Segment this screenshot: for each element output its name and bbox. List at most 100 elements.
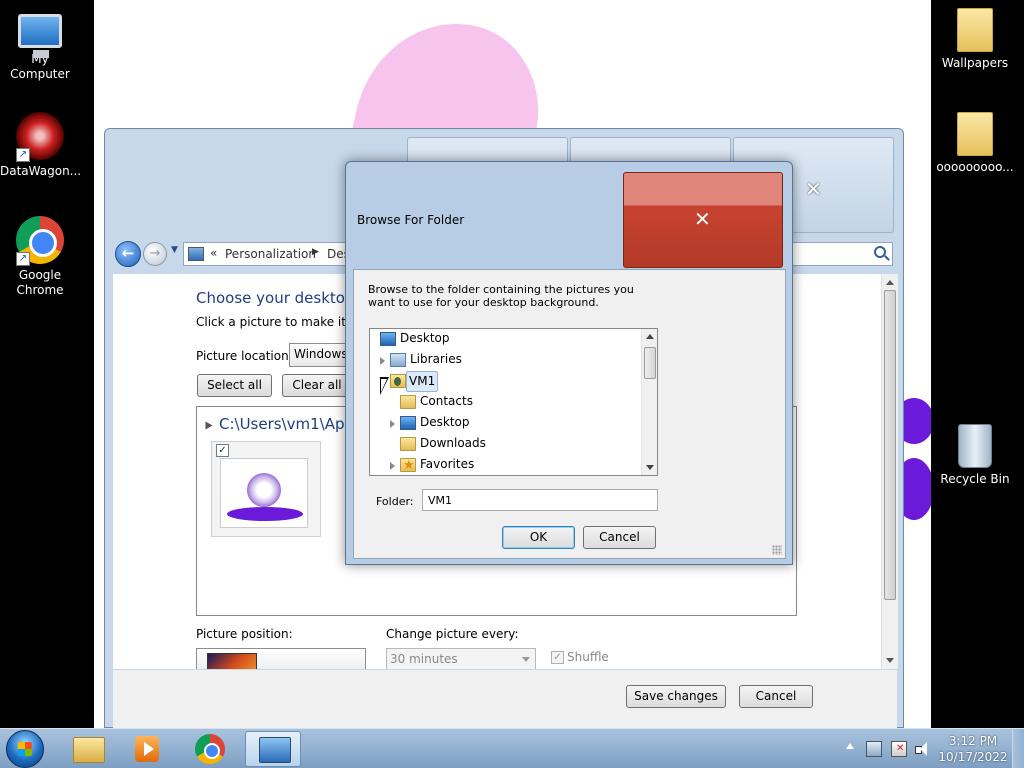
- collapse-arrow-icon: [205, 421, 213, 430]
- expand-arrow-icon[interactable]: [390, 462, 395, 470]
- desktop-icon-label: ooooooooo...: [936, 160, 1014, 174]
- recent-pages-dropdown[interactable]: ▼: [171, 245, 178, 255]
- contacts-folder-icon: [400, 395, 416, 409]
- search-icon[interactable]: [874, 246, 886, 258]
- clock-time: 3:12 PM: [948, 734, 998, 748]
- folder-icon: [957, 8, 993, 52]
- change-picture-every-select[interactable]: 30 minutes: [386, 648, 536, 669]
- downloads-folder-icon: [400, 437, 416, 451]
- folder-label: Folder:: [376, 495, 414, 508]
- back-button[interactable]: ←: [115, 241, 141, 267]
- scroll-down-arrow-icon[interactable]: [886, 658, 894, 663]
- close-icon: ✕: [694, 207, 711, 231]
- scroll-up-arrow-icon[interactable]: [646, 334, 654, 339]
- libraries-icon: [390, 353, 406, 367]
- desktop-icon-wallpapers[interactable]: Wallpapers: [935, 8, 1015, 71]
- gallery-path-label: C:\Users\vm1\AppD: [219, 415, 366, 433]
- window-footer: Save changes Cancel: [113, 670, 897, 728]
- dialog-body: Browse to the folder containing the pict…: [353, 269, 786, 559]
- control-panel-icon: [188, 247, 204, 261]
- picture-position-select[interactable]: [196, 648, 366, 669]
- tree-item-label: Libraries: [410, 352, 462, 366]
- panel-scrollbar[interactable]: [881, 274, 898, 669]
- expand-arrow-icon[interactable]: [390, 420, 395, 428]
- browse-for-folder-dialog: Browse For Folder ✕ Browse to the folder…: [345, 161, 793, 565]
- tree-item-label: Desktop: [400, 331, 450, 345]
- favorites-folder-icon: [400, 456, 416, 475]
- scroll-up-arrow-icon[interactable]: [886, 280, 894, 285]
- desktop-icon-label: DataWagon...: [0, 164, 82, 178]
- desktop-icon-my-computer[interactable]: My Computer: [0, 8, 80, 82]
- position-preview-image: [207, 653, 257, 669]
- picture-position-label: Picture position:: [196, 627, 293, 641]
- expand-arrow-icon[interactable]: [380, 357, 385, 365]
- cancel-button[interactable]: Cancel: [583, 526, 656, 549]
- shortcut-arrow-icon: ↗: [16, 252, 30, 266]
- action-center-icon[interactable]: [891, 741, 907, 757]
- clear-all-button[interactable]: Clear all: [282, 374, 352, 397]
- change-picture-every-value: 30 minutes: [390, 652, 458, 666]
- dialog-title: Browse For Folder: [357, 213, 465, 227]
- thumbnail-image: [220, 458, 308, 528]
- desktop-folder-icon: [400, 416, 416, 430]
- taskbar: 3:12 PM 10/17/2022: [0, 728, 1024, 768]
- dialog-close-button[interactable]: ✕: [623, 172, 783, 268]
- tree-item-label: Desktop: [420, 415, 470, 429]
- dialog-description: Browse to the folder containing the pict…: [368, 283, 634, 309]
- desktop-icon-google-chrome[interactable]: ↗ Google Chrome: [0, 216, 80, 298]
- system-clock[interactable]: 3:12 PM 10/17/2022: [938, 733, 1008, 765]
- start-button[interactable]: [6, 730, 44, 768]
- tree-item-label: Contacts: [420, 394, 473, 408]
- tree-item-label: Downloads: [420, 436, 486, 450]
- shortcut-arrow-icon: ↗: [16, 148, 30, 162]
- chevron-down-icon: [522, 657, 530, 662]
- tree-scrollbar[interactable]: [641, 329, 657, 475]
- network-icon[interactable]: [866, 741, 882, 757]
- user-folder-icon: [390, 374, 406, 388]
- change-picture-every-label: Change picture every:: [386, 627, 519, 641]
- chrome-icon[interactable]: [182, 731, 238, 767]
- save-changes-button[interactable]: Save changes: [626, 685, 726, 708]
- thumbnail-checkbox[interactable]: ✓: [216, 444, 229, 457]
- desktop-icon: [380, 332, 396, 346]
- breadcrumb-personalization[interactable]: Personalization: [225, 247, 316, 261]
- shuffle-checkbox[interactable]: ✓: [551, 651, 564, 664]
- folder-tree[interactable]: Desktop Libraries VM1 Contacts Desktop D…: [369, 328, 658, 476]
- windows-explorer-icon[interactable]: [60, 731, 116, 767]
- desktop-icon-label: Wallpapers: [941, 56, 1009, 70]
- cancel-button[interactable]: Cancel: [739, 685, 813, 708]
- close-icon[interactable]: ✕: [805, 177, 822, 201]
- shuffle-label: Shuffle: [567, 650, 609, 664]
- page-title: Choose your desktop: [196, 289, 355, 307]
- scrollbar-thumb[interactable]: [884, 290, 896, 600]
- folder-input[interactable]: [422, 489, 658, 511]
- recycle-bin-icon: [958, 424, 992, 468]
- media-player-icon[interactable]: [119, 731, 175, 767]
- clock-date: 10/17/2022: [938, 750, 1008, 764]
- chrome-icon: ↗: [16, 216, 64, 266]
- scroll-down-arrow-icon[interactable]: [646, 465, 654, 470]
- picture-location-label: Picture location:: [196, 349, 293, 363]
- forward-button[interactable]: →: [143, 242, 167, 266]
- breadcrumb-overflow[interactable]: «: [210, 246, 217, 260]
- breadcrumb-separator[interactable]: ▶: [312, 247, 319, 257]
- show-desktop-button[interactable]: [1012, 729, 1024, 768]
- desktop-icon-recycle-bin[interactable]: Recycle Bin: [935, 424, 1015, 487]
- desktop-icon-folder[interactable]: ooooooooo...: [935, 112, 1015, 175]
- scrollbar-thumb[interactable]: [644, 347, 656, 379]
- gallery-group-header[interactable]: C:\Users\vm1\AppD: [205, 415, 366, 433]
- select-all-button[interactable]: Select all: [197, 374, 272, 397]
- tree-item-label: Favorites: [420, 457, 475, 471]
- wallpaper-thumbnail[interactable]: ✓: [211, 441, 321, 537]
- tree-item-label: VM1: [406, 371, 439, 392]
- show-hidden-icons-icon[interactable]: [846, 743, 854, 749]
- ok-button[interactable]: OK: [502, 526, 575, 549]
- computer-icon: [18, 14, 62, 58]
- folder-icon: [957, 112, 993, 156]
- volume-icon[interactable]: [914, 741, 930, 757]
- resize-grip-icon[interactable]: [772, 545, 782, 555]
- control-panel-icon[interactable]: [245, 731, 301, 767]
- datawagon-shortcut-icon: ↗: [16, 112, 64, 162]
- desktop-icon-label: Google Chrome: [16, 268, 64, 297]
- desktop-icon-datawagon[interactable]: ↗ DataWagon...: [0, 112, 82, 179]
